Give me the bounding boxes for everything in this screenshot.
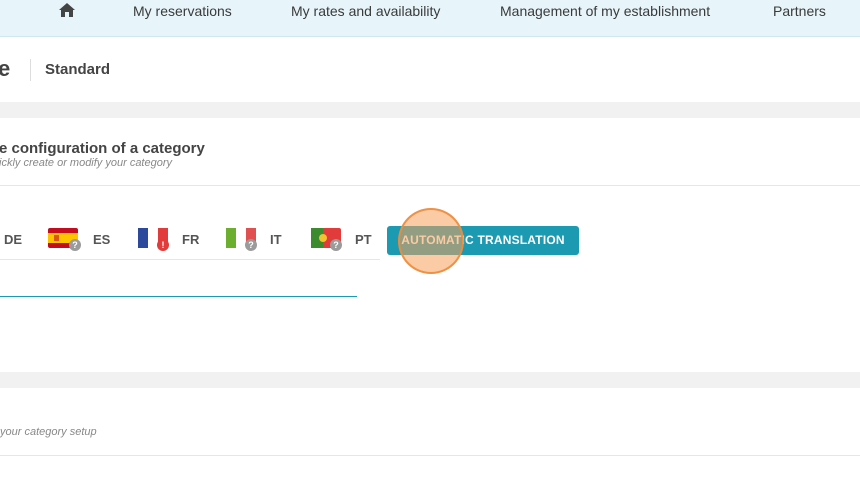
- question-badge-icon: ?: [330, 239, 342, 251]
- question-badge-icon: ?: [245, 239, 257, 251]
- page-header: e Standard: [0, 38, 860, 102]
- lang-code: FR: [182, 232, 200, 247]
- lang-tab-fr[interactable]: ! FR: [138, 228, 208, 252]
- lang-tab-es[interactable]: ? ES: [48, 228, 118, 252]
- page-title: e: [0, 56, 11, 81]
- standard-label: Standard: [45, 61, 111, 78]
- divider: [0, 185, 860, 186]
- lang-code: DE: [4, 232, 23, 247]
- top-navigation: My reservations My rates and availabilit…: [0, 0, 860, 37]
- category-setup-subtitle: your category setup: [0, 426, 97, 438]
- section-spacer: [0, 102, 860, 118]
- lang-tab-de[interactable]: DE: [0, 228, 30, 252]
- header-divider: [30, 59, 31, 81]
- nav-establishment-management[interactable]: Management of my establishment: [500, 3, 710, 19]
- lang-code: PT: [355, 232, 372, 247]
- category-config-subtitle: ickly create or modify your category: [0, 157, 173, 169]
- name-input-field[interactable]: [0, 296, 357, 297]
- tabs-underline: [0, 259, 380, 260]
- lang-tab-pt[interactable]: ? PT: [311, 228, 381, 252]
- lang-code: ES: [93, 232, 111, 247]
- category-config-title: e configuration of a category: [0, 140, 205, 157]
- category-setup-card: your category setup: [0, 388, 860, 481]
- click-indicator: [398, 208, 464, 274]
- divider: [0, 455, 860, 456]
- error-badge-icon: !: [157, 239, 169, 251]
- nav-my-reservations[interactable]: My reservations: [133, 3, 232, 19]
- home-icon[interactable]: [58, 2, 76, 18]
- nav-partners[interactable]: Partners: [773, 3, 826, 19]
- lang-tab-it[interactable]: ? IT: [226, 228, 296, 252]
- lang-code: IT: [270, 232, 282, 247]
- question-badge-icon: ?: [69, 239, 81, 251]
- section-spacer: [0, 372, 860, 388]
- nav-rates-availability[interactable]: My rates and availability: [291, 3, 440, 19]
